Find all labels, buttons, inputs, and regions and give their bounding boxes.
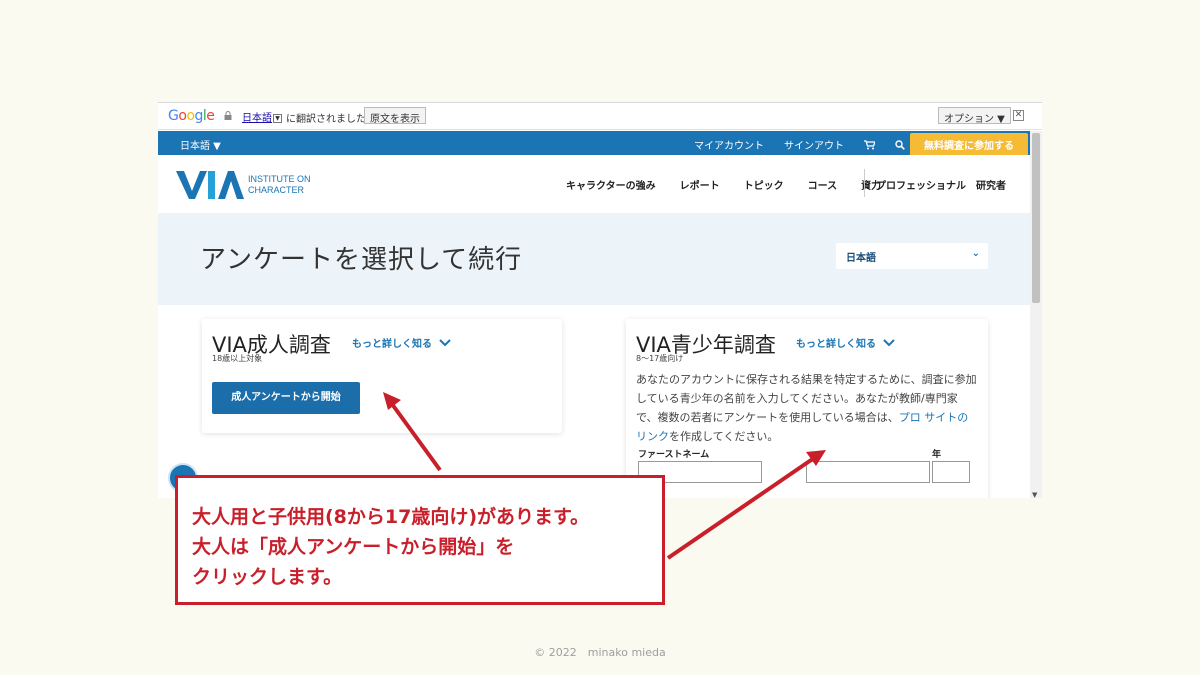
- cart-icon[interactable]: [864, 139, 875, 150]
- annotation-callout: 大人用と子供用(8から17歳向け)があります。 大人は「成人アンケートから開始」…: [175, 475, 665, 605]
- first-name-label: ファーストネーム: [638, 450, 710, 460]
- copyright-footer: © 2022 minako mieda: [534, 646, 666, 659]
- scroll-down-icon[interactable]: ▼: [1032, 491, 1037, 498]
- description-text-2: を作成してください。: [669, 430, 779, 443]
- show-original-button[interactable]: 原文を表示: [364, 107, 426, 125]
- close-icon[interactable]: ✕: [1013, 110, 1024, 121]
- chevron-down-icon: [439, 339, 452, 347]
- survey-language-value: 日本語: [846, 253, 876, 264]
- lock-icon: [224, 111, 232, 120]
- logo-line2: CHARACTER: [248, 185, 305, 195]
- adult-learn-more-label: もっと詳しく知る: [352, 339, 432, 350]
- translate-language-select[interactable]: 日本語 ▼: [242, 109, 282, 124]
- nav-item-professional[interactable]: プロフェッショナル: [876, 177, 966, 192]
- search-icon[interactable]: [895, 139, 905, 150]
- nav-item-courses[interactable]: コース: [808, 177, 838, 192]
- age-label: 年: [932, 450, 942, 460]
- logo-line1: INSTITUTE ON: [248, 174, 311, 184]
- youth-learn-more-label: もっと詳しく知る: [796, 339, 876, 350]
- youth-learn-more-link[interactable]: もっと詳しく知る: [796, 335, 896, 350]
- translated-text: に翻訳されました: [286, 114, 366, 125]
- scrollbar[interactable]: ▼: [1030, 131, 1042, 498]
- chevron-down-icon: [883, 339, 896, 347]
- page-title: アンケートを選択して続行: [200, 245, 523, 275]
- top-bar: 日本語 ▼ マイアカウント サインアウト: [158, 131, 1030, 155]
- language-menu[interactable]: 日本語 ▼: [180, 137, 221, 152]
- last-name-field[interactable]: [806, 461, 930, 483]
- adult-card-subtitle: 18歳以上対象: [212, 354, 263, 363]
- browser-screenshot: Google 日本語 ▼ に翻訳されました 原文を表示 オプション ▼ ✕ 日本語…: [158, 102, 1042, 498]
- google-logo: Google: [168, 108, 215, 124]
- chevron-down-icon: ⌄: [971, 248, 980, 259]
- via-logo-mark: INSTITUTE ON CHARACTER: [176, 171, 311, 199]
- nav-item-topics[interactable]: トピック: [744, 177, 784, 192]
- annotation-line-3: クリックします。: [192, 566, 343, 588]
- main-nav: INSTITUTE ON CHARACTER キャラクターの強み レポート トピ…: [158, 155, 1030, 213]
- annotation-line-1: 大人用と子供用(8から17歳向け)があります。: [192, 506, 590, 528]
- nav-divider: [864, 169, 865, 197]
- annotation-line-2: 大人は「成人アンケートから開始」を: [192, 536, 515, 558]
- scrollbar-thumb[interactable]: [1032, 133, 1040, 303]
- google-translate-bar: Google 日本語 ▼ に翻訳されました 原文を表示 オプション ▼ ✕: [158, 103, 1042, 130]
- adult-learn-more-link[interactable]: もっと詳しく知る: [352, 335, 452, 350]
- header-band: アンケートを選択して続行 日本語 ⌄: [158, 213, 1030, 305]
- options-button[interactable]: オプション ▼: [938, 107, 1011, 125]
- via-logo[interactable]: INSTITUTE ON CHARACTER: [176, 167, 316, 205]
- sign-out-link[interactable]: サインアウト: [784, 137, 844, 152]
- youth-survey-card: VIA青少年調査 もっと詳しく知る 8～17歳向け あなたのアカウントに保存され…: [626, 319, 988, 498]
- my-account-link[interactable]: マイアカウント: [694, 137, 764, 152]
- start-adult-survey-button[interactable]: 成人アンケートから開始: [212, 382, 360, 414]
- age-field[interactable]: [932, 461, 970, 483]
- nav-item-strengths[interactable]: キャラクターの強み: [566, 177, 656, 192]
- nav-item-research[interactable]: 研究者: [976, 177, 1006, 192]
- adult-survey-card: VIA成人調査 もっと詳しく知る 18歳以上対象 成人アンケートから開始: [202, 319, 562, 433]
- youth-card-description: あなたのアカウントに保存される結果を特定するために、調査に参加している青少年の名…: [636, 370, 978, 446]
- survey-language-select[interactable]: 日本語 ⌄: [836, 243, 988, 269]
- youth-card-subtitle: 8～17歳向け: [636, 354, 684, 363]
- nav-item-reports[interactable]: レポート: [680, 177, 720, 192]
- dropdown-icon: ▼: [273, 113, 282, 123]
